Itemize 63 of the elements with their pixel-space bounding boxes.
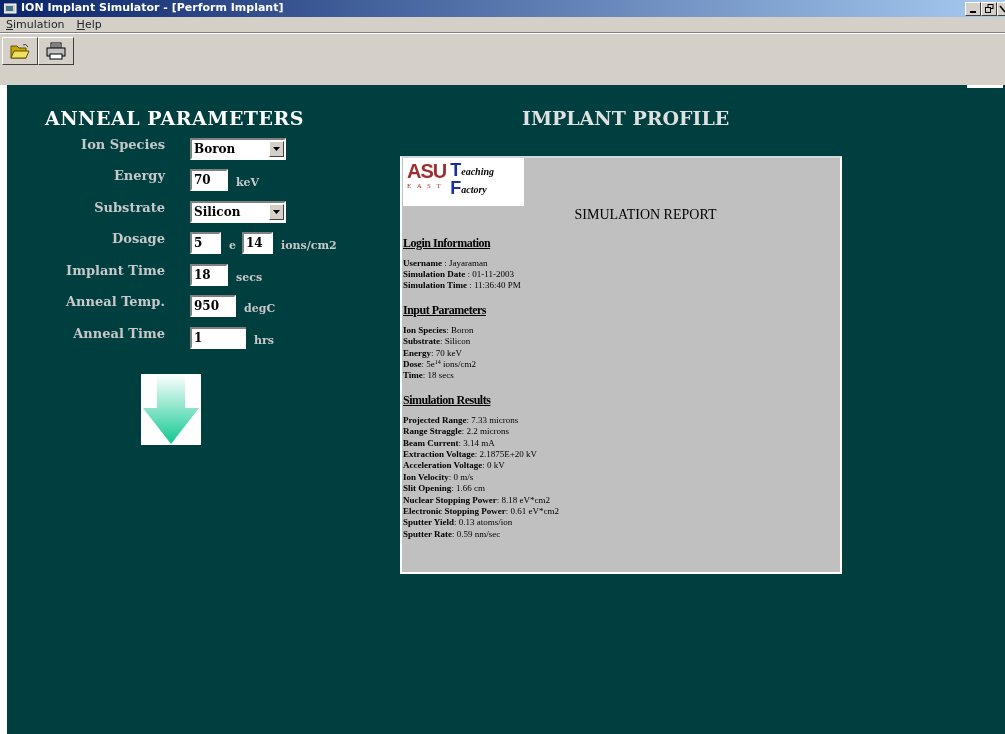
report-line: Ion Species: Boron [403,324,475,337]
input-field[interactable]: 70 [190,169,228,191]
close-icon [998,5,1005,13]
unit-label: hrs [254,332,274,349]
report-line: Slit Opening: 1.66 cm [403,483,486,495]
report-line: Beam Current: 3.14 mA [403,437,496,449]
unit-label: secs [236,269,263,286]
report-line: Energy: 70 keV [403,347,463,359]
unit-label: degC [244,301,276,317]
input-field[interactable]: 18 [190,263,228,286]
caret-icon [273,209,280,214]
report-line: Username : Jayaraman [403,257,489,269]
field-label: Energy [112,167,165,185]
field-label: Substrate [93,198,165,217]
menu-item[interactable]: Simulation [0,17,71,32]
report-line: Time: 18 secs [403,370,455,382]
dropdown[interactable]: Silicon [190,200,286,223]
report-line: Dose: 5e$^{14}$ ions/cm2 [403,358,477,371]
section-title: ANNEAL PARAMETERS [45,106,305,131]
report-line: Simulation Date : 01-11-2003 [403,268,515,281]
report-line: Simulation Time : 11:36:40 PM [403,280,522,292]
section-heading: Login Information [403,234,492,252]
report-title: SIMULATION REPORT [573,205,718,224]
open-button[interactable] [2,37,38,65]
printer-icon [46,42,66,60]
menu-item[interactable]: Help [70,17,108,32]
report-line: Ion Velocity: 0 m/s [403,471,475,484]
restore-button[interactable] [981,1,997,16]
section-title: IMPLANT PROFILE [522,106,731,131]
report-line: Projected Range: 7.33 microns [403,414,520,427]
report-line: Substrate: Silicon [403,336,472,348]
down-arrow-icon [141,374,201,445]
window-title: ION Implant Simulator - [Perform Implant] [20,0,285,17]
unit-label: e [229,238,236,254]
minimize-button[interactable] [965,1,981,16]
field-label: Dosage [110,230,165,248]
field-label: Anneal Time [72,324,165,343]
caret-icon [273,146,280,151]
field-label: Implant Time [65,261,165,280]
unit-label: keV [236,175,260,191]
restore-icon [984,4,994,13]
report-line: Acceleration Voltage: 0 kV [403,460,506,472]
close-button[interactable] [997,1,1005,16]
input-field[interactable]: 5 [190,232,221,254]
input-field[interactable]: 1 [190,326,246,349]
report-line: Electronic Stopping Power: 0.61 eV*cm2 [403,506,561,518]
field-label: Anneal Temp. [65,293,165,311]
input-field[interactable]: 950 [190,295,236,317]
report-line: Sputter Rate: 0.59 nm/sec [403,528,502,541]
unit-label: ions/cm2 [281,238,337,254]
report-line: Range Straggle: 2.2 microns [403,426,510,438]
input-field[interactable]: 14 [242,232,273,254]
section-heading: Input Parameters [403,301,487,319]
app-icon [4,3,17,14]
section-heading: Simulation Results [403,391,492,409]
print-button[interactable] [38,37,74,65]
dropdown[interactable]: Boron [190,137,286,160]
report-line: Nuclear Stopping Power: 8.18 eV*cm2 [403,494,552,506]
field-label: Ion Species [80,135,165,154]
report-line: Sputter Yield: 0.13 atoms/ion [403,517,514,529]
minimize-icon [970,10,976,13]
report-line: Extraction Voltage: 2.1875E+20 kV [403,448,539,461]
folder-icon [10,43,30,59]
